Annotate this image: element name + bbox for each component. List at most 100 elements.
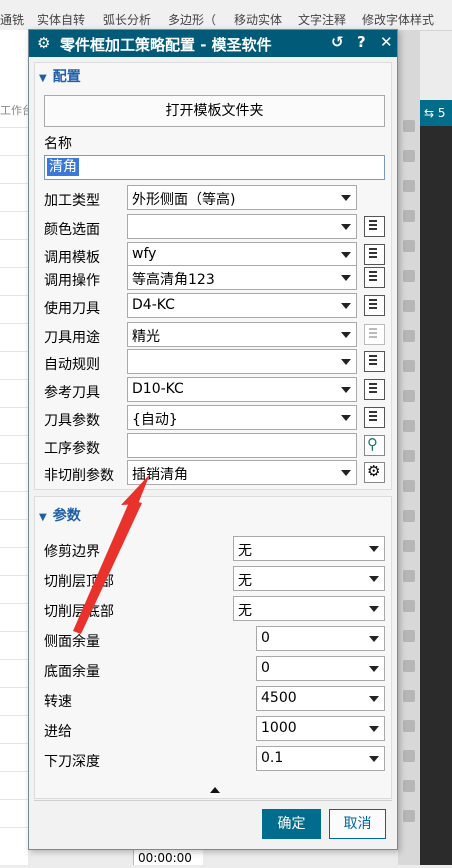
expand-up-arrow-icon[interactable] (210, 787, 220, 793)
open-template-folder-button[interactable]: 打开模板文件夹 (44, 95, 385, 127)
list-icon (369, 355, 380, 368)
spindle-speed-select[interactable]: 4500 (256, 686, 385, 711)
dialog-title: 零件框加工策略配置 - 模圣软件 (60, 36, 272, 54)
reference-tool-select[interactable]: D10-KC (127, 377, 357, 402)
viewport-tab[interactable]: ⇆ 5 (420, 100, 452, 126)
search-icon: ⚲ (367, 435, 378, 453)
tool-usage-select[interactable]: 精光 (127, 322, 357, 347)
name-field[interactable]: 清角 (44, 155, 385, 180)
gear-icon: ⚙ (37, 34, 51, 52)
row-label: 颜色选面 (44, 222, 100, 238)
chevron-down-icon (369, 636, 379, 642)
tool-params-select[interactable]: {自动} (127, 405, 357, 430)
toolbar-item[interactable]: 文字注释 (298, 11, 346, 28)
chevron-down-icon (341, 332, 351, 338)
row-label: 调用模板 (44, 250, 100, 266)
strategy-config-dialog: ⚙ 零件框加工策略配置 - 模圣软件 ↺ ? ✕ ▼ 配置 打开模板文件夹 名称 … (28, 29, 398, 850)
list-icon (369, 299, 380, 312)
template-select[interactable]: wfy (127, 242, 357, 267)
app-toolbar: 通铣 实体自转 弧长分析 多边形（ 移动实体 文字注释 修改字体样式 (0, 0, 452, 31)
toolbar-item[interactable]: 移动实体 (234, 11, 282, 28)
workbench-label: 工作台 (0, 104, 28, 117)
row-label: 参考刀具 (44, 385, 100, 401)
non-cutting-settings-button[interactable]: ⚙ (364, 462, 385, 483)
reset-icon[interactable]: ↺ (331, 33, 344, 51)
app-tree-panel: 工作台 (0, 30, 28, 865)
param-label: 转速 (44, 694, 72, 710)
step-depth-select[interactable]: 0.1 (256, 746, 385, 771)
tool-usage-list-button (364, 324, 385, 345)
list-icon (369, 271, 380, 284)
toolbar-item[interactable]: 修改字体样式 (362, 11, 434, 28)
auto-rule-list-button[interactable] (364, 351, 385, 372)
collapse-arrow-icon: ▼ (39, 73, 47, 84)
config-section-header[interactable]: ▼ 配置 (39, 66, 81, 86)
param-label: 侧面余量 (44, 634, 100, 650)
help-icon[interactable]: ? (357, 33, 366, 51)
chevron-down-icon (369, 666, 379, 672)
close-icon[interactable]: ✕ (380, 33, 393, 51)
row-label: 工序参数 (44, 441, 100, 457)
list-icon (369, 220, 380, 233)
chevron-down-icon (341, 195, 351, 201)
tool-params-list-button[interactable] (364, 407, 385, 428)
operation-list-button[interactable] (364, 267, 385, 288)
gear-icon: ⚙ (367, 462, 381, 480)
non-cutting-params-select[interactable]: 插销清角 (127, 460, 357, 485)
reference-tool-list-button[interactable] (364, 379, 385, 400)
row-label: 调用操作 (44, 273, 100, 289)
chevron-down-icon (341, 415, 351, 421)
chevron-down-icon (369, 606, 379, 612)
side-stock-select[interactable]: 0 (256, 626, 385, 651)
machining-type-select[interactable]: 外形侧面（等高) (127, 185, 357, 210)
row-label: 非切削参数 (44, 468, 114, 484)
process-params-search-button[interactable]: ⚲ (364, 435, 385, 456)
time-readout: 00:00:00 (133, 848, 203, 865)
trim-boundary-select[interactable]: 无 (233, 536, 385, 561)
chevron-down-icon (369, 726, 379, 732)
list-icon (369, 328, 380, 341)
toolbar-item[interactable]: 通铣 (0, 11, 24, 28)
chevron-down-icon (341, 470, 351, 476)
row-label: 使用刀具 (44, 301, 100, 317)
cut-level-top-select[interactable]: 无 (233, 566, 385, 591)
process-params-field[interactable] (127, 433, 357, 458)
chevron-down-icon (341, 359, 351, 365)
toolbar-item[interactable]: 实体自转 (37, 11, 85, 28)
row-label: 加工类型 (44, 193, 100, 209)
footer-divider (34, 800, 392, 801)
chevron-down-icon (369, 696, 379, 702)
list-icon (369, 248, 380, 261)
toolbar-item[interactable]: 弧长分析 (103, 11, 151, 28)
dialog-titlebar[interactable]: ⚙ 零件框加工策略配置 - 模圣软件 ↺ ? ✕ (29, 30, 397, 57)
color-face-select[interactable] (127, 214, 357, 239)
chevron-down-icon (369, 756, 379, 762)
chevron-down-icon (341, 252, 351, 258)
row-label: 刀具用途 (44, 330, 100, 346)
row-label: 刀具参数 (44, 413, 100, 429)
param-label: 下刀深度 (44, 754, 100, 770)
feed-rate-select[interactable]: 1000 (256, 716, 385, 741)
color-face-list-button[interactable] (364, 216, 385, 237)
chevron-down-icon (369, 546, 379, 552)
row-label: 自动规则 (44, 357, 100, 373)
chevron-down-icon (341, 275, 351, 281)
auto-rule-select[interactable] (127, 349, 357, 374)
name-value: 清角 (47, 158, 79, 176)
toolbar-item[interactable]: 多边形（ (168, 11, 216, 28)
cancel-button[interactable]: 取消 (329, 809, 386, 839)
cut-level-bottom-select[interactable]: 无 (233, 596, 385, 621)
chevron-down-icon (341, 224, 351, 230)
chevron-down-icon (341, 387, 351, 393)
viewport-panel (420, 100, 452, 865)
floor-stock-select[interactable]: 0 (256, 656, 385, 681)
tool-list-button[interactable] (364, 295, 385, 316)
ok-button[interactable]: 确定 (262, 809, 321, 839)
list-icon (369, 383, 380, 396)
chevron-down-icon (341, 303, 351, 309)
params-section-header[interactable]: ▼ 参数 (39, 505, 81, 525)
operation-select[interactable]: 等高清角123 (127, 265, 357, 290)
chevron-down-icon (369, 576, 379, 582)
tool-select[interactable]: D4-KC (127, 293, 357, 318)
template-list-button[interactable] (364, 244, 385, 265)
